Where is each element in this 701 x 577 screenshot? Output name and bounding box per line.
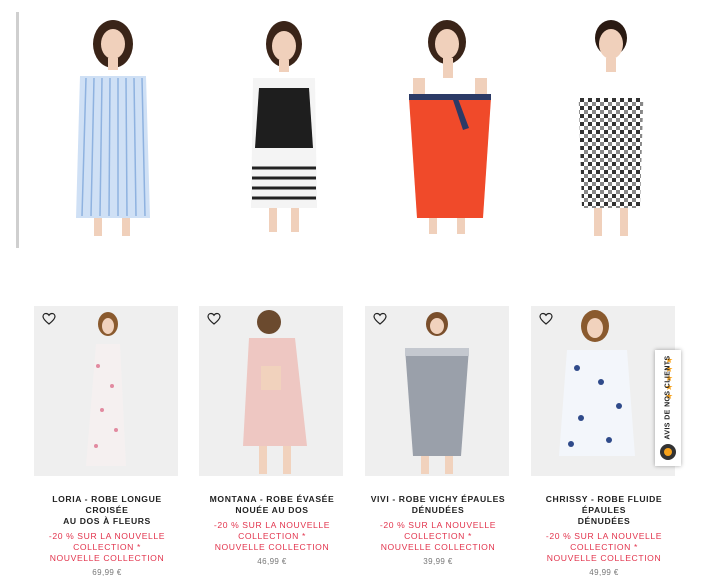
- product-card[interactable]: MONTANA - ROBE ÉVASÉE NOUÉE AU DOS -20 %…: [199, 306, 345, 566]
- product-card[interactable]: LORIA - ROBE LONGUE CROISÉE AU DOS À FLE…: [34, 306, 180, 577]
- verified-reviews-logo-icon: [660, 444, 676, 460]
- product-title[interactable]: MONTANA - ROBE ÉVASÉE NOUÉE AU DOS: [199, 494, 345, 516]
- heart-outline-icon[interactable]: [207, 312, 221, 326]
- vertical-divider: [16, 12, 19, 248]
- product-title[interactable]: VIVI - ROBE VICHY ÉPAULES DÉNUDÉES: [365, 494, 511, 516]
- model-image-striped-dress[interactable]: [58, 18, 168, 238]
- product-photo[interactable]: [199, 306, 343, 476]
- product-photo[interactable]: [34, 306, 178, 476]
- promo-text: -20 % SUR LA NOUVELLE COLLECTION * NOUVE…: [213, 520, 331, 552]
- model-image-red-dress[interactable]: [395, 18, 505, 238]
- model-image-lace-top[interactable]: [229, 18, 339, 238]
- product-photo[interactable]: [531, 306, 675, 476]
- heart-outline-icon[interactable]: [373, 312, 387, 326]
- heart-outline-icon[interactable]: [42, 312, 56, 326]
- product-photo[interactable]: [365, 306, 509, 476]
- customer-reviews-tab[interactable]: ★ ★ ★ ★ ★ AVIS DE NOS CLIENTS: [655, 350, 681, 466]
- promo-text: -20 % SUR LA NOUVELLE COLLECTION * NOUVE…: [48, 531, 166, 563]
- heart-outline-icon[interactable]: [539, 312, 553, 326]
- product-price: 46,99 €: [257, 557, 287, 566]
- product-price: 39,99 €: [423, 557, 453, 566]
- product-card[interactable]: VIVI - ROBE VICHY ÉPAULES DÉNUDÉES -20 %…: [365, 306, 511, 566]
- reviews-tab-label: AVIS DE NOS CLIENTS: [664, 355, 672, 440]
- promo-text: -20 % SUR LA NOUVELLE COLLECTION * NOUVE…: [379, 520, 497, 552]
- product-title[interactable]: CHRISSY - ROBE FLUIDE ÉPAULES DÉNUDÉES: [531, 494, 677, 527]
- product-title[interactable]: LORIA - ROBE LONGUE CROISÉE AU DOS À FLE…: [34, 494, 180, 527]
- promo-text: -20 % SUR LA NOUVELLE COLLECTION * NOUVE…: [545, 531, 663, 563]
- model-image-gingham-dress[interactable]: [556, 18, 666, 238]
